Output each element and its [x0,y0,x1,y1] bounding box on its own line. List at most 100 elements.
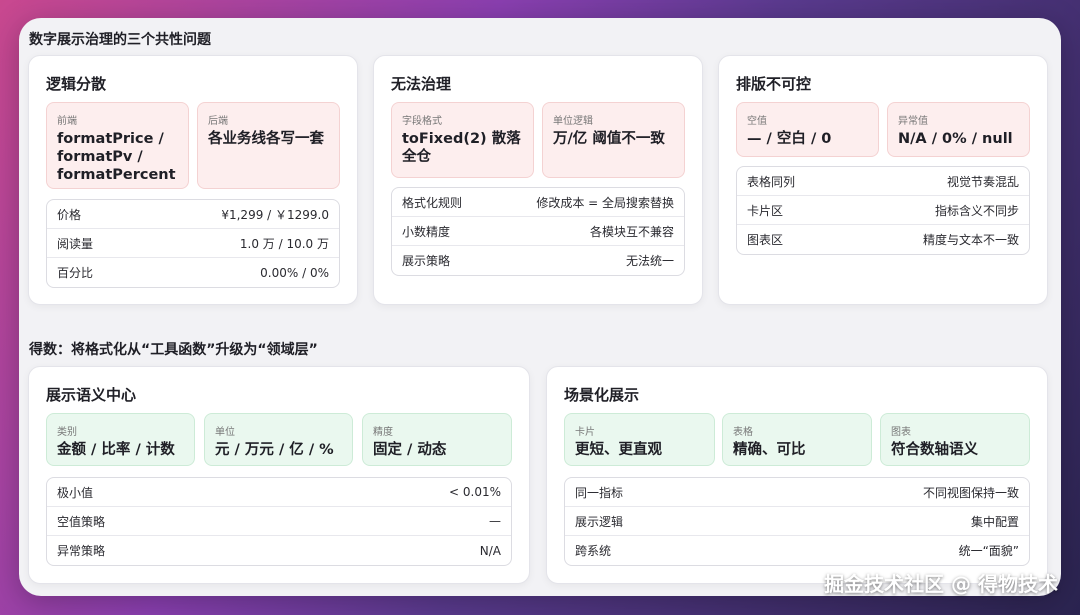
chip-frontend: 前端 formatPrice / formatPv / formatPercen… [46,102,189,189]
chip-label: 前端 [57,116,77,127]
chip-label: 精度 [373,427,393,438]
chip-chart: 图表 符合数轴语义 [880,413,1030,466]
table-row: 极小值 < 0.01% [47,478,511,507]
chip-value: 更短、更直观 [575,442,662,458]
chip-unit: 单位 元 / 万元 / 亿 / % [204,413,353,466]
chip-label: 空值 [747,116,767,127]
row-value: 0.00% / 0% [260,265,329,280]
card-title: 无法治理 [391,75,452,93]
row-key: 图表区 [747,233,784,247]
row-key: 展示逻辑 [575,514,624,529]
example-table: 格式化规则 修改成本 = 全局搜索替换 小数精度 各模块互不兼容 展示策略 无法统一 [391,187,685,276]
chip-value: — / 空白 / 0 [747,131,832,147]
card-logic-scattered: 逻辑分散 前端 formatPrice / formatPv / formatP… [28,55,358,305]
table-row: 卡片区 指标含义不同步 [737,196,1029,225]
card-ungovernable: 无法治理 字段格式 toFixed(2) 散落全仓 单位逻辑 万/亿 阈值不一致… [373,55,703,305]
chip-precision: 精度 固定 / 动态 [362,413,512,466]
row-key: 小数精度 [402,224,451,239]
card-title: 逻辑分散 [46,75,107,93]
chip-backend: 后端 各业务线各写一套 [197,102,340,189]
card-title: 场景化展示 [564,386,640,404]
row-value: 指标含义不同步 [934,203,1019,218]
chip-label: 异常值 [898,116,928,127]
card-title: 排版不可控 [736,75,812,93]
row-key: 同一指标 [575,485,624,500]
row-value: 修改成本 = 全局搜索替换 [536,195,674,210]
top-section-title: 数字展示治理的三个共性问题 [29,32,211,48]
example-table: 价格 ¥1,299 / ￥1299.0 阅读量 1.0 万 / 10.0 万 百分比… [46,199,340,288]
example-table: 同一指标 不同视图保持一致 展示逻辑 集中配置 跨系统 统一“面貌” [564,477,1030,566]
chip-label: 字段格式 [402,116,442,127]
chip-label: 表格 [733,427,753,438]
table-row: 格式化规则 修改成本 = 全局搜索替换 [392,188,684,217]
card-title: 展示语义中心 [46,386,137,404]
table-row: 展示策略 无法统一 [392,246,684,275]
chip-value: toFixed(2) 散落全仓 [402,131,521,165]
chip-label: 卡片 [575,427,595,438]
chip-category: 类别 金额 / 比率 / 计数 [46,413,195,466]
card-layout-uncontrolled: 排版不可控 空值 — / 空白 / 0 异常值 N/A / 0% / null … [718,55,1048,305]
chip-value: 精确、可比 [733,442,806,458]
chip-value: 各业务线各写一套 [208,131,324,147]
row-key: 空值策略 [57,514,106,529]
chip-label: 单位 [215,427,235,438]
card-semantic-center: 展示语义中心 类别 金额 / 比率 / 计数 单位 元 / 万元 / 亿 / %… [28,366,530,584]
row-key: 价格 [57,207,82,222]
row-value: 无法统一 [625,254,674,268]
chip-field-format: 字段格式 toFixed(2) 散落全仓 [391,102,534,178]
table-row: 展示逻辑 集中配置 [565,507,1029,536]
row-key: 卡片区 [747,203,784,218]
table-row: 同一指标 不同视图保持一致 [565,478,1029,507]
table-row: 异常策略 N/A [47,536,511,565]
table-row: 表格同列 视觉节奏混乱 [737,167,1029,196]
row-value: 统一“面貌” [958,544,1019,558]
row-key: 展示策略 [402,254,451,268]
row-key: 阅读量 [57,236,94,251]
table-row: 空值策略 — [47,507,511,536]
table-row: 小数精度 各模块互不兼容 [392,217,684,246]
chip-value: N/A / 0% / null [898,131,1013,147]
chip-value: 金额 / 比率 / 计数 [57,442,175,458]
chip-label: 后端 [208,116,228,127]
table-row: 阅读量 1.0 万 / 10.0 万 [47,229,339,258]
chip-abnormal-value: 异常值 N/A / 0% / null [887,102,1030,157]
watermark: 掘金技术社区 @ 得物技术 [824,572,1058,596]
row-key: 异常策略 [57,544,106,558]
row-value: 各模块互不兼容 [589,224,674,239]
example-table: 表格同列 视觉节奏混乱 卡片区 指标含义不同步 图表区 精度与文本不一致 [736,166,1030,255]
row-value: 集中配置 [970,514,1019,529]
row-key: 极小值 [57,485,94,500]
chip-label: 单位逻辑 [553,116,593,127]
row-key: 表格同列 [747,174,796,189]
chip-null-value: 空值 — / 空白 / 0 [736,102,879,157]
table-row: 价格 ¥1,299 / ￥1299.0 [47,200,339,229]
table-row: 百分比 0.00% / 0% [47,258,339,287]
chip-value: formatPrice / formatPv / formatPercent [57,131,176,183]
chip-label: 图表 [891,427,911,438]
chip-value: 固定 / 动态 [373,442,447,458]
row-value: 不同视图保持一致 [922,485,1019,500]
row-value: 精度与文本不一致 [922,233,1019,247]
example-table: 极小值 < 0.01% 空值策略 — 异常策略 N/A [46,477,512,566]
diagram-frame: 数字展示治理的三个共性问题 逻辑分散 前端 formatPrice / form… [19,18,1061,596]
row-value: — [489,514,501,528]
row-value: ¥1,299 / ￥1299.0 [221,207,329,222]
chip-card: 卡片 更短、更直观 [564,413,715,466]
chip-value: 万/亿 阈值不一致 [553,131,665,147]
row-value: 1.0 万 / 10.0 万 [239,236,329,251]
chip-label: 类别 [57,427,77,438]
table-row: 图表区 精度与文本不一致 [737,225,1029,254]
chip-value: 符合数轴语义 [891,442,978,458]
table-row: 跨系统 统一“面貌” [565,536,1029,565]
row-value: < 0.01% [449,485,501,499]
row-value: 视觉节奏混乱 [946,174,1019,189]
card-scene-display: 场景化展示 卡片 更短、更直观 表格 精确、可比 图表 符合数轴语义 同一指标 不… [546,366,1048,584]
row-value: N/A [479,543,501,558]
row-key: 跨系统 [575,544,612,558]
chip-table: 表格 精确、可比 [722,413,872,466]
bottom-section-title: 得数：将格式化从“工具函数”升级为“领域层” [29,342,318,358]
chip-unit-logic: 单位逻辑 万/亿 阈值不一致 [542,102,685,178]
chip-value: 元 / 万元 / 亿 / % [215,442,334,458]
row-key: 格式化规则 [402,195,463,210]
row-key: 百分比 [57,266,94,280]
